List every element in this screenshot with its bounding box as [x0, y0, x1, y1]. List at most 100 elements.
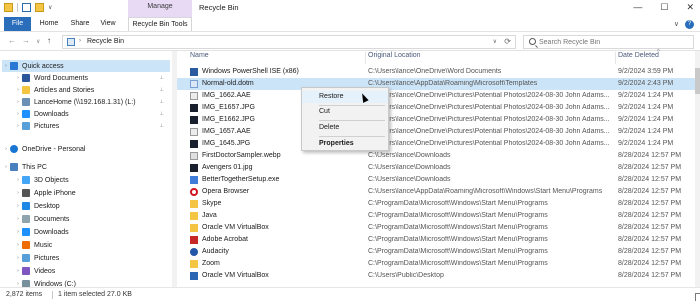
column-header-name[interactable]: Name: [190, 52, 209, 66]
breadcrumb-separator[interactable]: ›: [79, 38, 81, 44]
table-row[interactable]: BetterTogetherSetup.exe C:\Users\lance\Do…: [177, 174, 695, 186]
nav-item-label: Apple iPhone: [34, 189, 76, 197]
search-box[interactable]: [523, 35, 694, 49]
column-header-location[interactable]: Original Location: [368, 52, 421, 66]
expand-chevron-icon[interactable]: ›: [14, 99, 22, 105]
table-row[interactable]: Zoom C:\ProgramData\Microsoft\Windows\Sta…: [177, 258, 695, 270]
tab-home[interactable]: Home: [34, 17, 64, 31]
nav-item[interactable]: › Articles and Stories ⊥: [14, 84, 164, 96]
maximize-button[interactable]: ☐: [660, 2, 668, 13]
aae-file-icon: [190, 92, 198, 100]
expand-chevron-icon[interactable]: ›: [14, 268, 22, 274]
table-row[interactable]: Adobe Acrobat C:\ProgramData\Microsoft\Wi…: [177, 234, 695, 246]
table-row[interactable]: Java C:\ProgramData\Microsoft\Windows\Sta…: [177, 210, 695, 222]
address-dropdown-icon[interactable]: ∨: [493, 38, 497, 45]
folder-icon: [22, 86, 30, 94]
context-delete[interactable]: Delete: [302, 122, 388, 134]
pin-icon: ⊥: [159, 111, 164, 117]
table-row[interactable]: Audacity C:\ProgramData\Microsoft\Windows…: [177, 246, 695, 258]
context-properties[interactable]: Properties: [302, 138, 388, 150]
expand-chevron-icon[interactable]: ›: [14, 75, 22, 81]
minimize-button[interactable]: —: [633, 2, 642, 13]
expand-chevron-icon[interactable]: ›: [14, 242, 22, 248]
nav-item[interactable]: › Downloads ⊥: [14, 108, 164, 120]
date-deleted: 8/28/2024 12:57 PM: [618, 188, 682, 195]
large-icons-view-icon[interactable]: [695, 293, 700, 301]
back-button[interactable]: ←: [8, 36, 16, 45]
expand-chevron-icon[interactable]: ›: [14, 123, 22, 129]
nav-item[interactable]: › Pictures: [14, 252, 150, 264]
column-header-date-deleted[interactable]: Date Deleted: [618, 52, 659, 66]
context-restore[interactable]: Restore: [302, 91, 388, 103]
tab-view[interactable]: View: [96, 17, 120, 31]
table-row[interactable]: IMG_E1657.JPG C:\Users\lance\OneDrive\Pic…: [177, 102, 695, 114]
scrollbar-thumb[interactable]: [695, 68, 700, 94]
table-row[interactable]: Oracle VM VirtualBox C:\Users\Public\Desk…: [177, 270, 695, 282]
this-pc-icon: [10, 163, 18, 171]
customize-toolbar-icon[interactable]: ∨: [48, 4, 52, 11]
table-row[interactable]: IMG_1645.JPG C:\Users\lance\OneDrive\Pict…: [177, 138, 695, 150]
help-icon[interactable]: ?: [685, 20, 694, 29]
nav-item[interactable]: › Documents: [14, 213, 150, 225]
nav-item-label: Documents: [34, 215, 70, 223]
up-button[interactable]: ↑: [47, 36, 51, 45]
nav-item-label: Pictures: [34, 122, 60, 130]
expand-chevron-icon[interactable]: ›: [14, 177, 22, 183]
tab-file[interactable]: File: [4, 17, 31, 31]
nav-item[interactable]: › Downloads: [14, 226, 150, 238]
tab-share[interactable]: Share: [67, 17, 93, 31]
properties-icon[interactable]: [22, 3, 31, 12]
nav-item[interactable]: › 3D Objects: [14, 174, 150, 186]
refresh-button[interactable]: ⟳: [504, 37, 511, 46]
title-bar: Manage ∨ Recycle Bin — ☐ ✕ File Home Sha…: [0, 0, 700, 31]
nav-item[interactable]: › Music: [14, 239, 150, 251]
search-input[interactable]: [539, 37, 689, 48]
expand-chevron-icon[interactable]: ›: [14, 216, 22, 222]
expand-chevron-icon[interactable]: ›: [14, 111, 22, 117]
table-row[interactable]: Skype C:\ProgramData\Microsoft\Windows\St…: [177, 198, 695, 210]
table-row[interactable]: FirstDoctorSampler.webp C:\Users\lance\Do…: [177, 150, 695, 162]
expand-chevron-icon[interactable]: ›: [2, 63, 10, 69]
table-row[interactable]: Oracle VM VirtualBox C:\ProgramData\Micro…: [177, 222, 695, 234]
expand-chevron-icon[interactable]: ›: [2, 164, 10, 170]
context-cut[interactable]: Cut: [302, 106, 388, 118]
expand-chevron-icon[interactable]: ›: [14, 255, 22, 261]
nav-item[interactable]: › Quick access: [2, 60, 170, 72]
item-count: 2,872 items: [6, 291, 43, 298]
nav-item[interactable]: › Apple iPhone: [14, 187, 150, 199]
table-row[interactable]: IMG_1662.AAE C:\Users\lance\OneDrive\Pict…: [177, 90, 695, 102]
forward-button[interactable]: →: [22, 36, 30, 45]
column-divider[interactable]: [365, 52, 366, 64]
file-list: Name Original Location Date Deleted ^ Wi…: [177, 49, 700, 287]
breadcrumb[interactable]: Recycle Bin: [87, 38, 124, 45]
tab-recycle-bin-tools[interactable]: Recycle Bin Tools: [128, 17, 192, 31]
folder-icon: [190, 212, 198, 220]
expand-chevron-icon[interactable]: ›: [14, 87, 22, 93]
nav-item[interactable]: › OneDrive - Personal: [2, 143, 150, 155]
nav-item[interactable]: › Videos: [14, 265, 150, 277]
expand-chevron-icon[interactable]: ›: [14, 190, 22, 196]
nav-item[interactable]: › This PC: [2, 161, 150, 173]
expand-chevron-icon[interactable]: ›: [14, 203, 22, 209]
nav-item[interactable]: › Pictures ⊥: [14, 120, 164, 132]
expand-ribbon-button[interactable]: ∨: [674, 20, 679, 29]
close-button[interactable]: ✕: [686, 2, 694, 13]
new-folder-icon[interactable]: [35, 3, 44, 12]
date-deleted: 8/28/2024 12:57 PM: [618, 164, 682, 171]
table-row[interactable]: Normal-old.dotm C:\Users\lance\AppData\Ro…: [177, 78, 695, 90]
nav-item[interactable]: › LanceHome (\\192.168.1.31) (L:) ⊥: [14, 96, 164, 108]
expand-chevron-icon[interactable]: ›: [2, 146, 10, 152]
column-divider[interactable]: [615, 52, 616, 64]
original-location: C:\ProgramData\Microsoft\Windows\Start M…: [368, 248, 548, 255]
table-row[interactable]: IMG_1657.AAE C:\Users\lance\OneDrive\Pict…: [177, 126, 695, 138]
table-row[interactable]: Windows PowerShell ISE (x86) C:\Users\lan…: [177, 66, 695, 78]
expand-chevron-icon[interactable]: ›: [14, 229, 22, 235]
nav-item[interactable]: › Desktop: [14, 200, 150, 212]
address-bar[interactable]: › Recycle Bin ∨ ⟳: [62, 35, 516, 49]
nav-item[interactable]: › Word Documents ⊥: [14, 72, 164, 84]
table-row[interactable]: Opera Browser C:\Users\lance\AppData\Roam…: [177, 186, 695, 198]
table-row[interactable]: Avengers 01.jpg C:\Users\lance\Downloads 8…: [177, 162, 695, 174]
recent-locations-button[interactable]: ∨: [36, 38, 40, 45]
table-row[interactable]: IMG_E1662.JPG C:\Users\lance\OneDrive\Pic…: [177, 114, 695, 126]
documents-icon: [22, 215, 30, 223]
